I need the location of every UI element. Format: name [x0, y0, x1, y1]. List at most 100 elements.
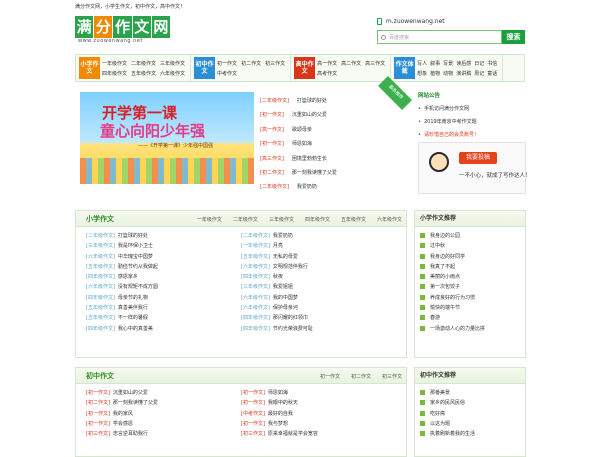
nav-link[interactable]: 高三作文	[365, 60, 385, 67]
article-grade-tag[interactable]: [五年级作文]	[86, 305, 115, 311]
nav-link[interactable]: 想象	[417, 70, 427, 77]
recommend-title[interactable]: 一场激动人心的力量比拼	[430, 326, 485, 332]
article-item[interactable]: [四年级作文] 感恩家乡	[86, 272, 241, 282]
article-title[interactable]: 中华瑰宝中国梦	[118, 254, 153, 260]
recommend-title[interactable]: 愉快的端午节	[430, 305, 460, 311]
article-grade-tag[interactable]: [初一作文]	[241, 400, 265, 406]
article-grade-tag[interactable]: [一年级作文]	[241, 243, 270, 249]
article-title[interactable]: 秋夜	[273, 274, 283, 280]
article-item[interactable]: [六年级作文] 保护母亲河	[241, 303, 396, 313]
featured-tag[interactable]: [初二作文]	[260, 170, 284, 176]
article-grade-tag[interactable]: [三年级作文]	[86, 243, 115, 249]
article-item[interactable]: [五年级作文] 真善美伴我行	[86, 303, 241, 313]
nav-link[interactable]: 童话	[487, 70, 497, 77]
nav-link[interactable]: 二年级作文	[131, 60, 156, 67]
recommend-title[interactable]: 美丽的小雨点	[430, 274, 460, 280]
nav-link[interactable]: 周记	[474, 70, 484, 77]
article-grade-tag[interactable]: [初三作文]	[86, 431, 110, 437]
recommend-item[interactable]: 春游	[415, 313, 525, 323]
nav-link[interactable]: 日记	[474, 60, 484, 67]
featured-item[interactable]: [二年级作文] 我爱奶奶	[260, 180, 390, 194]
site-logo[interactable]: 满分作文网 www.zuowenwang.net	[75, 16, 171, 44]
notice-item[interactable]: • 请珍惜自己的会员账号！	[418, 131, 526, 138]
grade-tab[interactable]: 初三作文	[382, 373, 402, 380]
nav-tag-genre[interactable]: 作文体裁	[394, 57, 416, 79]
article-item[interactable]: [二年级作文] 我爱奶奶	[241, 231, 396, 241]
nav-link[interactable]: 叙事	[430, 60, 440, 67]
article-grade-tag[interactable]: [初一作文]	[241, 390, 265, 396]
grade-tab[interactable]: 四年级作文	[305, 216, 330, 223]
article-item[interactable]: [初一作文] 学会感恩	[86, 419, 241, 429]
recommend-item[interactable]: 那番美景	[415, 388, 525, 398]
article-item[interactable]: [初一作文] 我眼中的秋天	[241, 398, 396, 408]
recommend-title[interactable]: 我身边的公园	[430, 233, 460, 239]
article-title[interactable]: 学会感恩	[113, 421, 133, 427]
featured-title[interactable]: 打篮球的好处	[297, 98, 327, 104]
recommend-title[interactable]: 过中秋	[430, 243, 445, 249]
article-item[interactable]: [六年级作文] 中华瑰宝中国梦	[86, 252, 241, 262]
article-title[interactable]: 母亲节的礼物	[118, 295, 148, 301]
recommend-item[interactable]: 美丽的小雨点	[415, 272, 525, 282]
article-item[interactable]: [初一作文] 我与梦想	[241, 419, 396, 429]
article-grade-tag[interactable]: [初一作文]	[86, 421, 110, 427]
featured-title[interactable]: 沉重如山的父爱	[292, 112, 327, 118]
article-title[interactable]: 我是环保小卫士	[118, 243, 153, 249]
article-grade-tag[interactable]: [初二作文]	[86, 400, 110, 406]
recommend-item[interactable]: 我身边的好同学	[415, 252, 525, 262]
article-title[interactable]: 我的家风	[113, 411, 133, 417]
article-title[interactable]: 勤俭节约从我做起	[118, 264, 158, 270]
article-grade-tag[interactable]: [三年级作文]	[241, 284, 270, 290]
search-button[interactable]: 搜索	[502, 30, 525, 44]
article-title[interactable]: 我爱奶奶	[273, 233, 293, 239]
article-title[interactable]: 文明规范伴我行	[273, 264, 308, 270]
article-item[interactable]: [中考作文] 最好的自我	[241, 409, 396, 419]
nav-link[interactable]: 中考作文	[217, 70, 237, 77]
article-title[interactable]: 保护母亲河	[273, 305, 298, 311]
primary-panel-title[interactable]: 小学作文	[86, 214, 114, 224]
article-grade-tag[interactable]: [初一作文]	[86, 390, 110, 396]
grade-tab[interactable]: 初一作文	[320, 373, 340, 380]
recommend-item[interactable]: 过中秋	[415, 241, 525, 251]
article-grade-tag[interactable]: [四年级作文]	[86, 274, 115, 280]
article-item[interactable]: [三年级作文] 我是环保小卫士	[86, 241, 241, 251]
article-title[interactable]: 没有规矩不成方圆	[118, 284, 158, 290]
article-title[interactable]: 那一刻我读懂了父爱	[113, 400, 158, 406]
article-item[interactable]: [初一作文] 师恩如海	[241, 388, 396, 398]
article-title[interactable]: 我与梦想	[268, 421, 288, 427]
featured-tag[interactable]: [二年级作文]	[260, 98, 289, 104]
featured-tag[interactable]: [初一作文]	[260, 141, 284, 147]
featured-title[interactable]: 师恩如海	[292, 141, 312, 147]
article-title[interactable]: 原来幸福就是学会宽容	[268, 431, 318, 437]
article-item[interactable]: [四年级作文] 秋夜	[241, 272, 396, 282]
recommend-title[interactable]: 家乡的民风民俗	[430, 400, 465, 406]
article-grade-tag[interactable]: [中考作文]	[241, 411, 265, 417]
article-title[interactable]: 打篮球的好处	[118, 233, 148, 239]
recommend-title[interactable]: 我身边的好同学	[430, 254, 465, 260]
recommend-item[interactable]: 家乡的民风民俗	[415, 398, 525, 408]
recommend-title[interactable]: 第一次包饺子	[430, 284, 460, 290]
recommend-title[interactable]: 那番美景	[430, 390, 450, 396]
article-item[interactable]: [初一作文] 沉重如山的父爱	[86, 388, 241, 398]
notice-text[interactable]: 手机访问满分作文网	[424, 106, 469, 112]
nav-link[interactable]: 初三作文	[265, 60, 285, 67]
featured-tag[interactable]: [高三作文]	[260, 156, 284, 162]
nav-link[interactable]: 动物	[443, 70, 453, 77]
nav-link[interactable]: 五年级作文	[131, 70, 156, 77]
featured-title[interactable]: 我爱奶奶	[297, 184, 317, 190]
featured-title[interactable]: 困境里勃勃生长	[292, 156, 327, 162]
nav-link[interactable]: 初一作文	[217, 60, 237, 67]
article-grade-tag[interactable]: [五年级作文]	[241, 254, 270, 260]
featured-item[interactable]: [高一作文] 歌颂母亲	[260, 123, 390, 137]
featured-item[interactable]: [初一作文] 师恩如海	[260, 137, 390, 151]
nav-link[interactable]: 植物	[430, 70, 440, 77]
recommend-title[interactable]: 我真了不起	[430, 264, 455, 270]
featured-title[interactable]: 那一刻我读懂了父爱	[292, 170, 337, 176]
recommend-item[interactable]: 愉快的端午节	[415, 303, 525, 313]
article-title[interactable]: 感恩家乡	[118, 274, 138, 280]
article-title[interactable]: 我爱姐姐	[273, 284, 293, 290]
recommend-title[interactable]: 以这为题	[430, 421, 450, 427]
article-title[interactable]: 真善美伴我行	[118, 305, 148, 311]
article-title[interactable]: 节约光荣浪费可耻	[273, 326, 313, 332]
grade-tab[interactable]: 三年级作文	[269, 216, 294, 223]
article-title[interactable]: 不一样的暑假	[118, 315, 148, 321]
